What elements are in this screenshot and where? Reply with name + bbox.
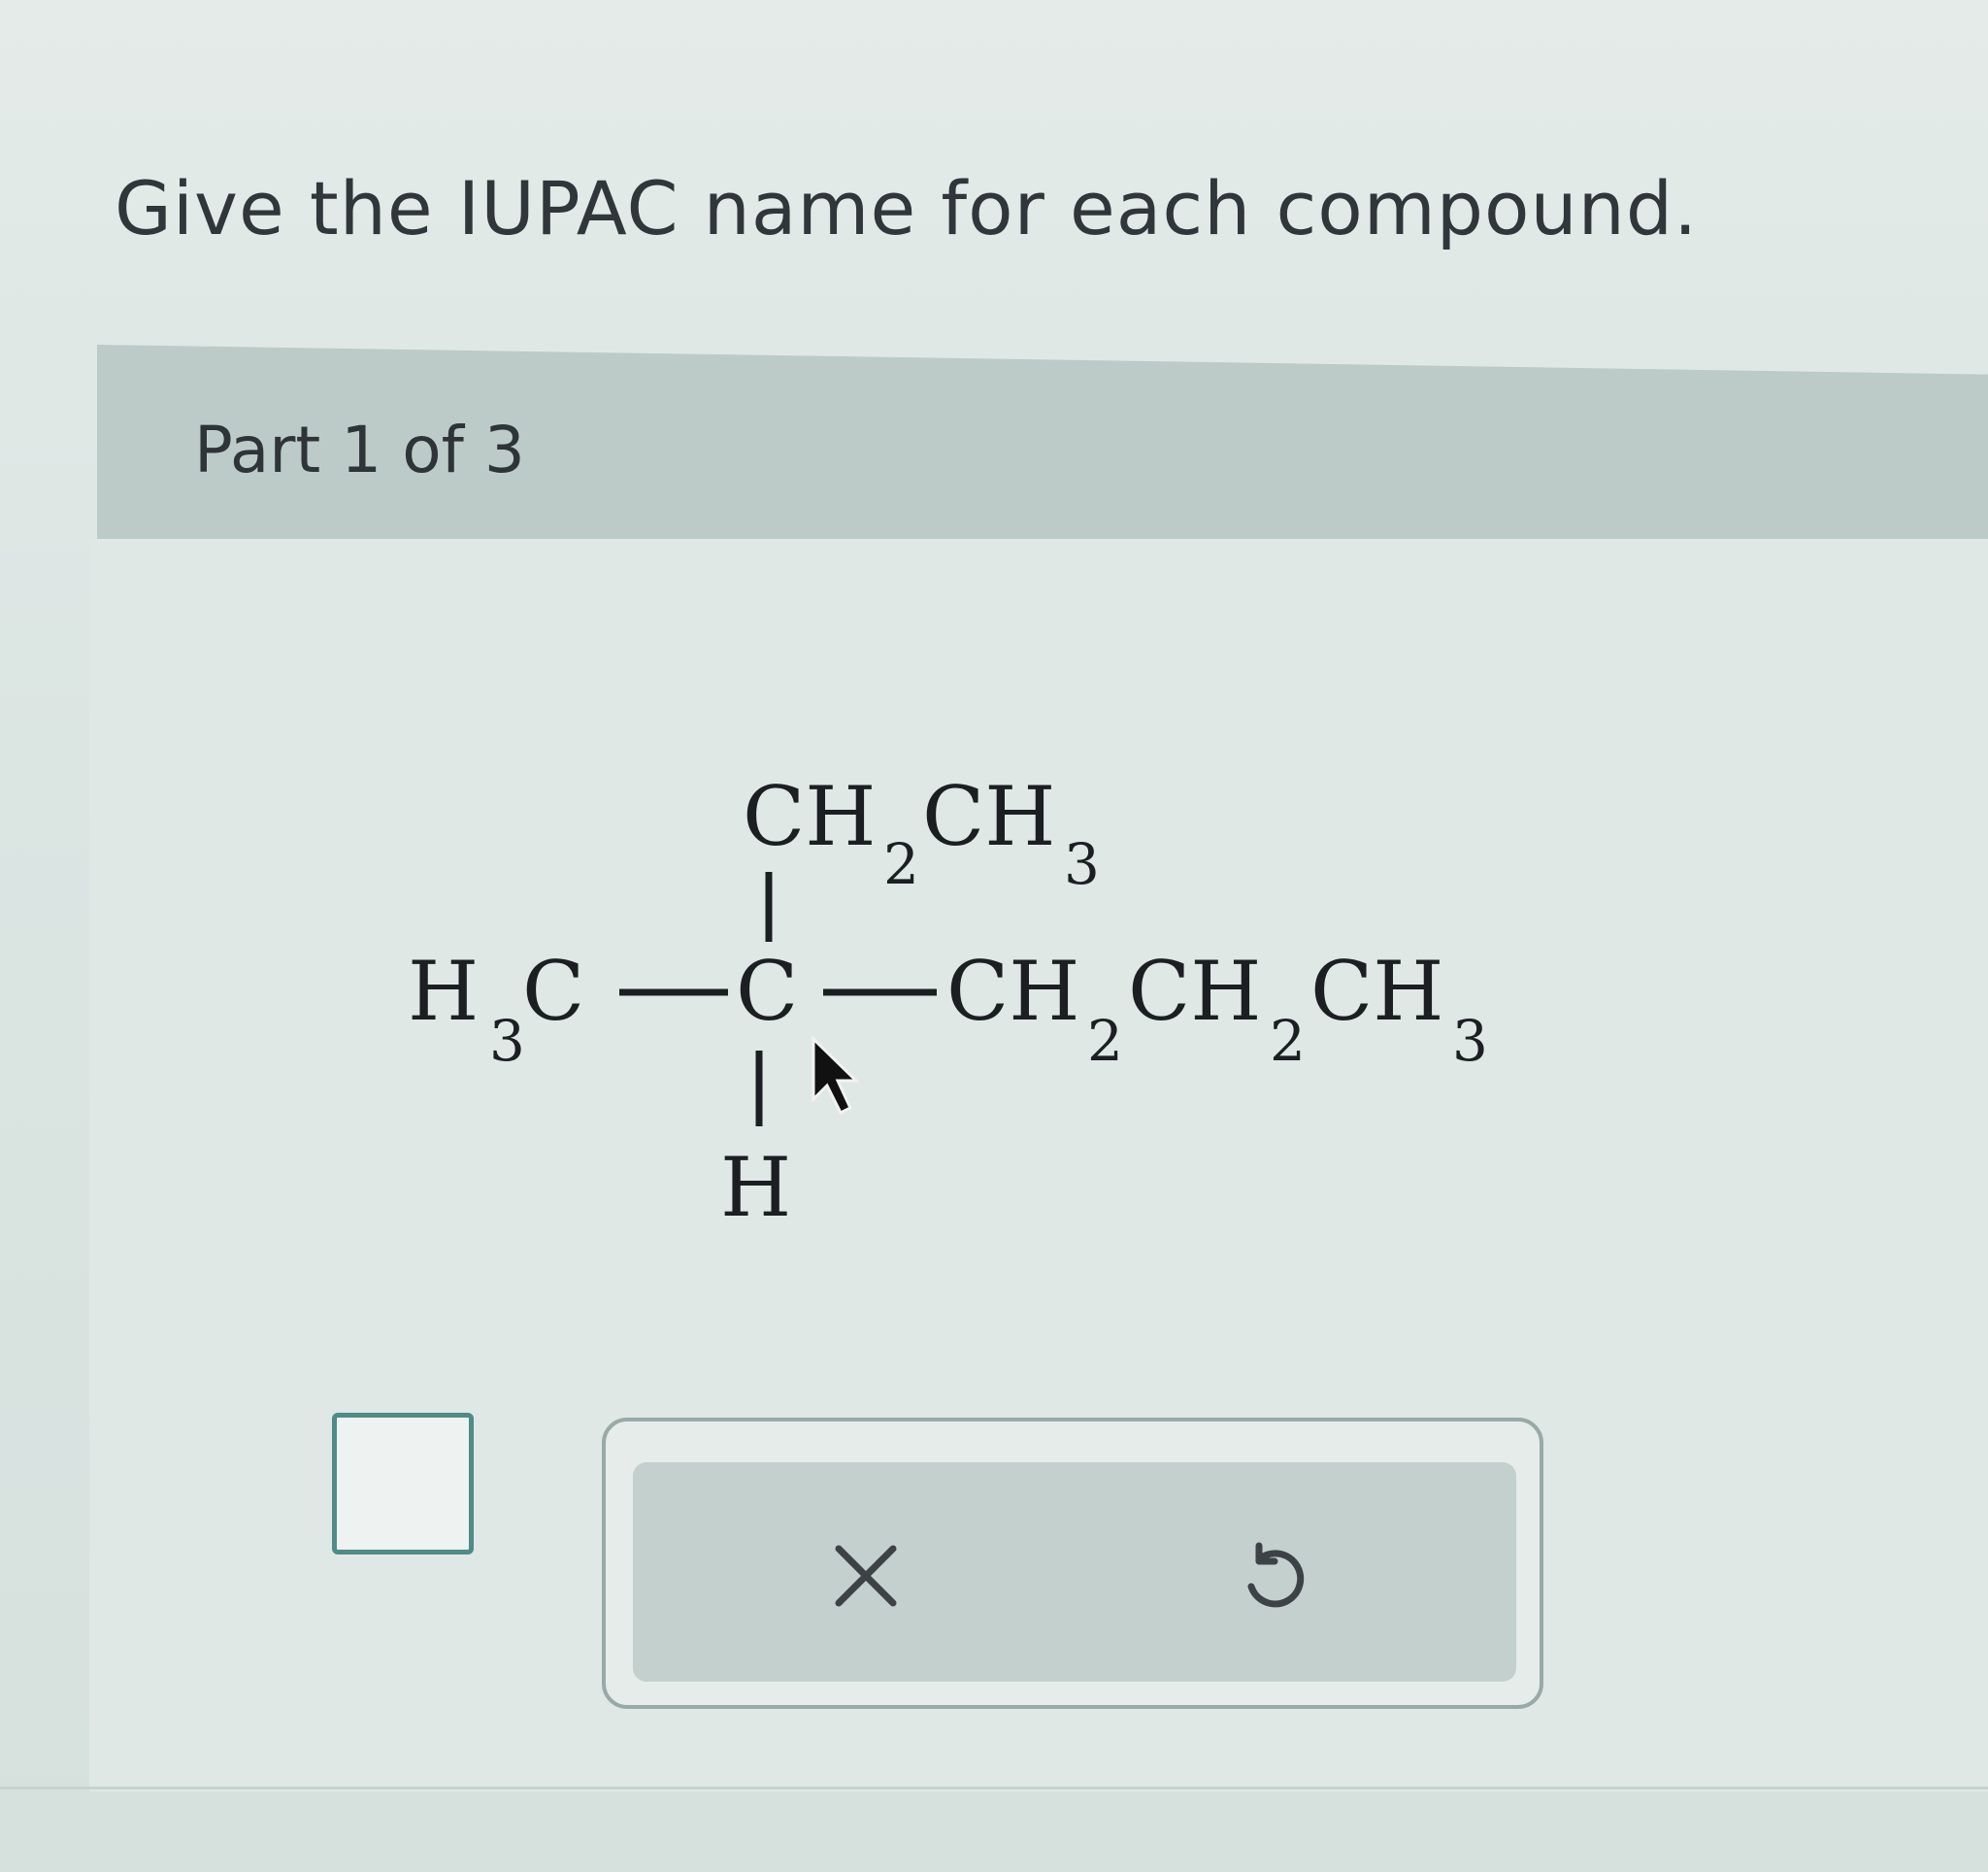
tool-panel	[602, 1418, 1543, 1709]
top-ch2: CH	[743, 769, 877, 864]
undo-icon	[1247, 1542, 1305, 1608]
undo-button[interactable]	[1210, 1513, 1337, 1639]
mouse-cursor-icon	[812, 1035, 860, 1116]
right-ch3-subscript: 3	[1452, 1008, 1488, 1074]
left-h: H	[408, 944, 479, 1039]
left-c: C	[522, 944, 584, 1039]
close-icon	[835, 1545, 897, 1607]
part-label: Part 1 of 3	[194, 413, 525, 487]
top-ch2-subscript: 2	[883, 831, 919, 897]
right-ch3: CH	[1310, 944, 1444, 1039]
divider	[0, 1787, 1988, 1789]
right-ch2-b-subscript: 2	[1270, 1008, 1306, 1074]
answer-checkbox[interactable]	[332, 1413, 474, 1554]
question-prompt: Give the IUPAC name for each compound.	[115, 165, 1699, 251]
left-methyl-group: H 3 C	[408, 944, 584, 1074]
right-ch2-b: CH	[1128, 944, 1262, 1039]
tool-panel-inner	[633, 1462, 1516, 1682]
bottom-hydrogen: H	[720, 1140, 791, 1235]
right-ch2-a: CH	[946, 944, 1080, 1039]
right-ch2-a-subscript: 2	[1087, 1008, 1123, 1074]
clear-button[interactable]	[803, 1513, 929, 1639]
top-ethyl-group: CH 2 CH 3	[743, 769, 1100, 897]
left-h-subscript: 3	[489, 1008, 525, 1074]
top-ch3: CH	[922, 769, 1056, 864]
right-propyl-group: CH 2 CH 2 CH 3	[946, 944, 1488, 1074]
central-carbon: C	[736, 944, 798, 1039]
page: Give the IUPAC name for each compound. P…	[0, 0, 1988, 1872]
top-ch3-subscript: 3	[1064, 831, 1100, 897]
molecule-structure: CH 2 CH 3 H 3 C C CH 2 CH 2 CH 3 H	[408, 738, 1573, 1243]
